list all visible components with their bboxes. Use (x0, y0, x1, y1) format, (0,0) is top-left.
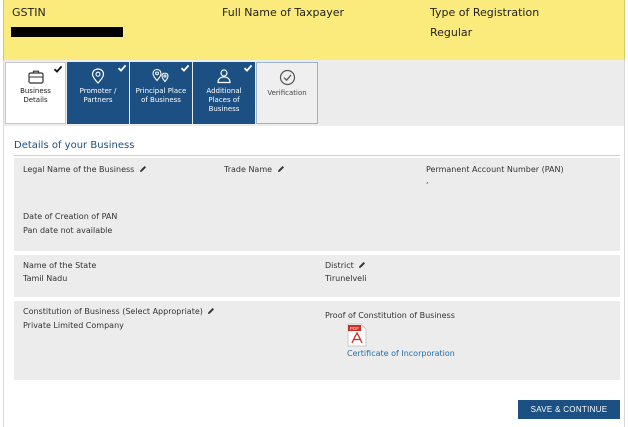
pdf-file-icon[interactable]: PDF (347, 323, 367, 347)
trade-name-field: Trade Name (224, 165, 285, 174)
briefcase-icon (27, 70, 44, 84)
tab-principal-place[interactable]: Principal Place of Business (130, 62, 192, 124)
constitution-field: Constitution of Business (Select Appropr… (23, 307, 215, 316)
registration-steps: Business Details Promoter / Partners Pri… (3, 60, 625, 126)
trade-name-label: Trade Name (224, 165, 273, 174)
pan-value: , (426, 176, 429, 185)
district-value: Tirunelveli (325, 274, 367, 283)
constitution-label: Constitution of Business (Select Appropr… (23, 307, 203, 316)
tab-promoter-partners[interactable]: Promoter / Partners (67, 62, 129, 124)
checkmark-icon (180, 64, 190, 72)
taxpayer-name-label: Full Name of Taxpayer (222, 6, 345, 19)
certificate-link[interactable]: Certificate of Incorporation (347, 349, 455, 358)
section-title: Details of your Business (14, 140, 135, 151)
legal-name-label: Legal Name of the Business (23, 165, 135, 174)
gstin-label: GSTIN (12, 6, 46, 19)
tab-verification[interactable]: Verification (256, 62, 318, 124)
gstin-redacted-value (11, 27, 123, 37)
person-location-icon (217, 69, 231, 84)
district-field: District (325, 261, 366, 270)
constitution-panel: Constitution of Business (Select Appropr… (14, 301, 620, 380)
registration-type-value: Regular (430, 26, 473, 39)
tab-business-details-label: Business Details (20, 87, 51, 104)
multi-location-icon (152, 68, 169, 83)
constitution-value: Private Limited Company (23, 321, 124, 330)
pdf-badge-text: PDF (350, 326, 359, 331)
checkmark-icon (243, 64, 253, 72)
pencil-edit-icon[interactable] (139, 165, 147, 173)
pencil-edit-icon[interactable] (358, 261, 366, 269)
taxpayer-banner: GSTIN Full Name of Taxpayer Type of Regi… (3, 0, 625, 60)
business-identity-panel: Legal Name of the Business Trade Name Pe… (14, 158, 620, 251)
section-divider (14, 155, 620, 156)
tab-business-details[interactable]: Business Details (5, 62, 66, 124)
pencil-edit-icon[interactable] (277, 165, 285, 173)
pencil-edit-icon[interactable] (207, 307, 215, 315)
tab-additional-places[interactable]: Additional Places of Business (193, 62, 255, 124)
checkmark-icon (53, 65, 63, 73)
location-panel: Name of the State Tamil Nadu District Ti… (14, 255, 620, 297)
tab-additional-places-label: Additional Places of Business (206, 87, 242, 113)
pan-date-value: Pan date not available (23, 226, 113, 235)
location-pin-icon (91, 68, 105, 84)
state-label: Name of the State (23, 261, 97, 270)
registration-type-label: Type of Registration (430, 6, 540, 19)
tab-principal-place-label: Principal Place of Business (135, 87, 187, 104)
proof-label: Proof of Constitution of Business (325, 311, 455, 320)
tab-verification-label: Verification (267, 89, 307, 97)
save-continue-button[interactable]: SAVE & CONTINUE (518, 400, 620, 419)
check-circle-icon (279, 69, 295, 86)
checkmark-icon (117, 64, 127, 72)
pan-date-label: Date of Creation of PAN (23, 212, 118, 221)
state-value: Tamil Nadu (23, 274, 68, 283)
legal-name-field: Legal Name of the Business (23, 165, 147, 174)
district-label: District (325, 261, 354, 270)
tab-promoter-partners-label: Promoter / Partners (79, 87, 117, 104)
pan-label: Permanent Account Number (PAN) (426, 165, 564, 174)
business-details-form: Details of your Business Legal Name of t… (3, 126, 625, 427)
